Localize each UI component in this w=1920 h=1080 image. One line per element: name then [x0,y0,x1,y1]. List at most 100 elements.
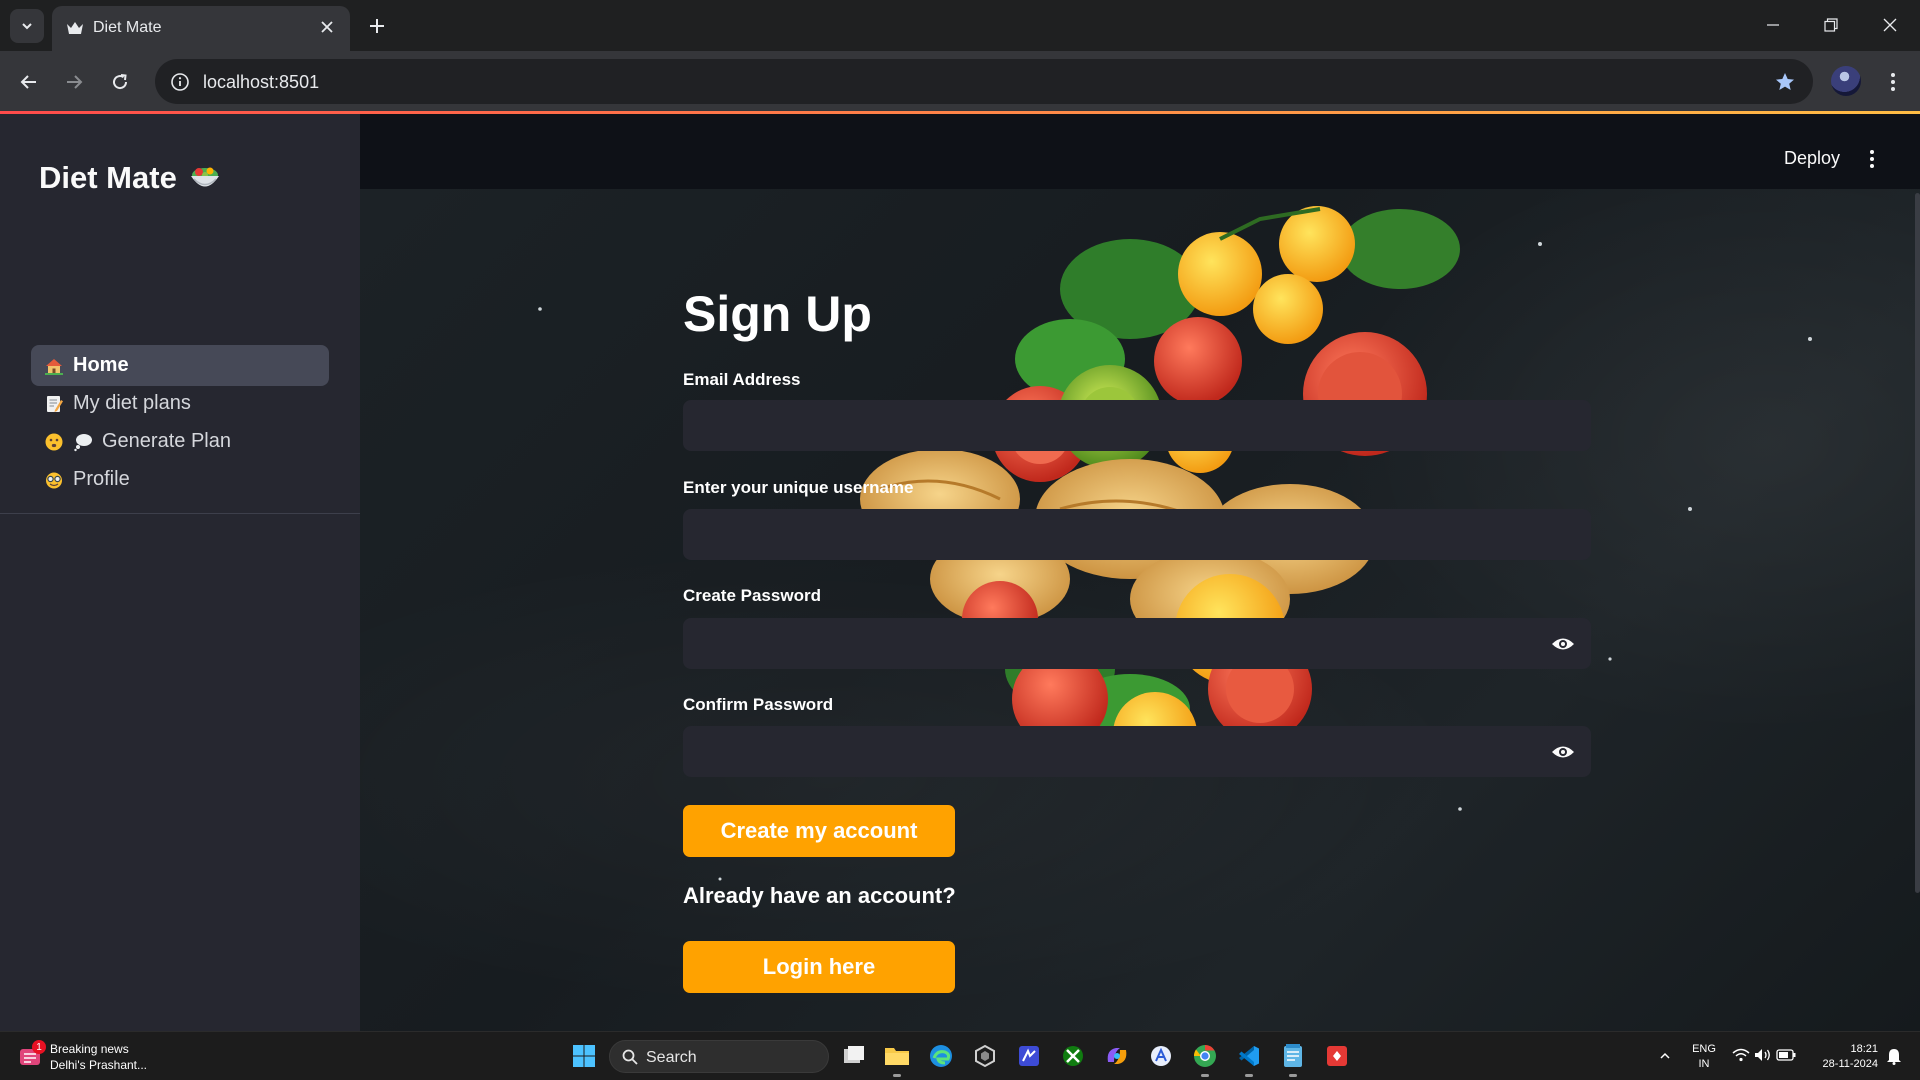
sidebar-item-home[interactable]: Home [31,345,329,386]
username-field[interactable] [683,509,1591,560]
taskbar-copilot[interactable] [1102,1041,1132,1071]
browser-toolbar: localhost:8501 [0,51,1920,113]
new-tab-button[interactable] [364,13,390,39]
windows-taskbar: 1 Breaking news Delhi's Prashant... Sear… [0,1031,1920,1080]
close-icon [1883,18,1897,32]
crown-icon [67,22,83,34]
taskbar-file-explorer[interactable] [882,1041,912,1077]
taskbar-vscode[interactable] [1234,1041,1264,1077]
email-field[interactable] [683,400,1591,451]
xbox-icon [1063,1046,1083,1066]
close-icon [321,21,333,33]
bell-icon [1887,1049,1901,1065]
password-label: Create Password [683,586,821,605]
taskbar-app-blue[interactable] [1014,1041,1044,1071]
deploy-button[interactable]: Deploy [1784,148,1840,169]
clock-time: 18:21 [1850,1043,1878,1055]
taskbar-notepad[interactable] [1278,1041,1308,1077]
clock-date: 28-11-2024 [1822,1058,1878,1070]
memo-icon [47,395,63,412]
password-field[interactable] [683,618,1591,669]
chevron-down-icon [22,23,32,30]
info-icon [171,73,189,91]
forward-button[interactable] [57,65,91,99]
chrome-icon [1193,1045,1216,1067]
browser-tab[interactable]: Diet Mate [52,6,350,51]
edge-icon [930,1045,952,1067]
minimize-button[interactable] [1748,10,1798,40]
nerd-face-icon [46,472,62,488]
salad-icon [190,167,219,187]
sidebar-item-generate-plan[interactable]: Generate Plan [31,421,329,462]
show-hidden-icons-button[interactable] [1655,1046,1675,1066]
bookmark-button[interactable] [1771,68,1799,96]
task-view-button[interactable] [839,1041,869,1071]
tab-close-button[interactable] [316,16,338,38]
browser-menu-button[interactable] [1878,65,1908,99]
sidebar [0,114,360,1031]
scrollbar[interactable] [1914,189,1920,1031]
windows-start-icon[interactable] [572,1044,596,1068]
copilot-icon [1107,1048,1127,1064]
news-badge: 1 [32,1040,46,1054]
address-bar[interactable]: localhost:8501 [155,59,1813,104]
wifi-status[interactable] [1731,1045,1751,1065]
brand-title: Diet Mate [39,160,177,195]
profile-avatar[interactable] [1831,66,1861,96]
taskbar-xbox[interactable] [1058,1041,1088,1071]
tab-search-dropdown-button[interactable] [10,9,44,43]
taskbar-search-label: Search [646,1049,697,1066]
confirm-password-label: Confirm Password [683,695,834,714]
reload-icon [113,74,128,90]
close-window-button[interactable] [1865,10,1915,40]
more-vertical-icon [1891,73,1895,91]
sidebar-item-label: Profile [73,468,130,490]
taskbar-store[interactable] [1146,1041,1176,1071]
sidebar-item-label: Home [73,354,129,376]
thought-balloon-icon [74,433,92,451]
site-info-button[interactable] [167,69,193,95]
confirm-password-field[interactable] [683,726,1591,777]
show-password-button[interactable] [1549,738,1577,766]
page-title: Sign Up [683,286,872,342]
star-icon [1776,73,1794,90]
news-widget[interactable]: 1 Breaking news Delhi's Prashant... [18,1040,198,1074]
restore-icon [1824,18,1838,32]
app-icon [1019,1046,1039,1066]
reload-button[interactable] [103,65,137,99]
taskbar-search-box[interactable]: Search [609,1040,829,1073]
battery-status[interactable] [1776,1045,1796,1065]
language-indicator[interactable]: ENG IN [1688,1042,1720,1072]
scrollbar-thumb[interactable] [1915,193,1920,893]
language-code: ENG [1692,1043,1716,1055]
sidebar-item-my-diet-plans[interactable]: My diet plans [31,383,329,424]
region-code: IN [1698,1058,1710,1070]
show-password-button[interactable] [1549,630,1577,658]
plus-icon [370,19,384,33]
wifi-icon [1732,1048,1750,1062]
back-button[interactable] [12,65,46,99]
volume-icon [1755,1049,1770,1061]
house-icon [45,358,63,375]
main-content [360,189,1920,1031]
system-clock[interactable]: 18:21 28-11-2024 [1808,1042,1878,1072]
notepad-icon [1284,1044,1302,1067]
arrow-right-icon [67,75,83,89]
create-account-button[interactable]: Create my account [683,805,955,857]
sidebar-item-profile[interactable]: Profile [31,459,329,500]
sidebar-divider [0,513,360,514]
taskbar-edge[interactable] [926,1041,956,1071]
tab-title: Diet Mate [93,19,162,36]
minimize-icon [1767,24,1779,26]
taskbar-app-hex[interactable] [970,1041,1000,1071]
taskbar-chrome[interactable] [1190,1041,1220,1077]
sidebar-item-label: My diet plans [73,392,191,414]
taskbar-app-red[interactable] [1322,1041,1352,1071]
notifications-button[interactable] [1884,1046,1904,1066]
food-background-image [538,206,1812,881]
main-menu-button[interactable] [1862,144,1882,174]
battery-icon [1776,1049,1796,1061]
volume-status[interactable] [1753,1045,1773,1065]
restore-button[interactable] [1806,10,1856,40]
login-button[interactable]: Login here [683,941,955,993]
